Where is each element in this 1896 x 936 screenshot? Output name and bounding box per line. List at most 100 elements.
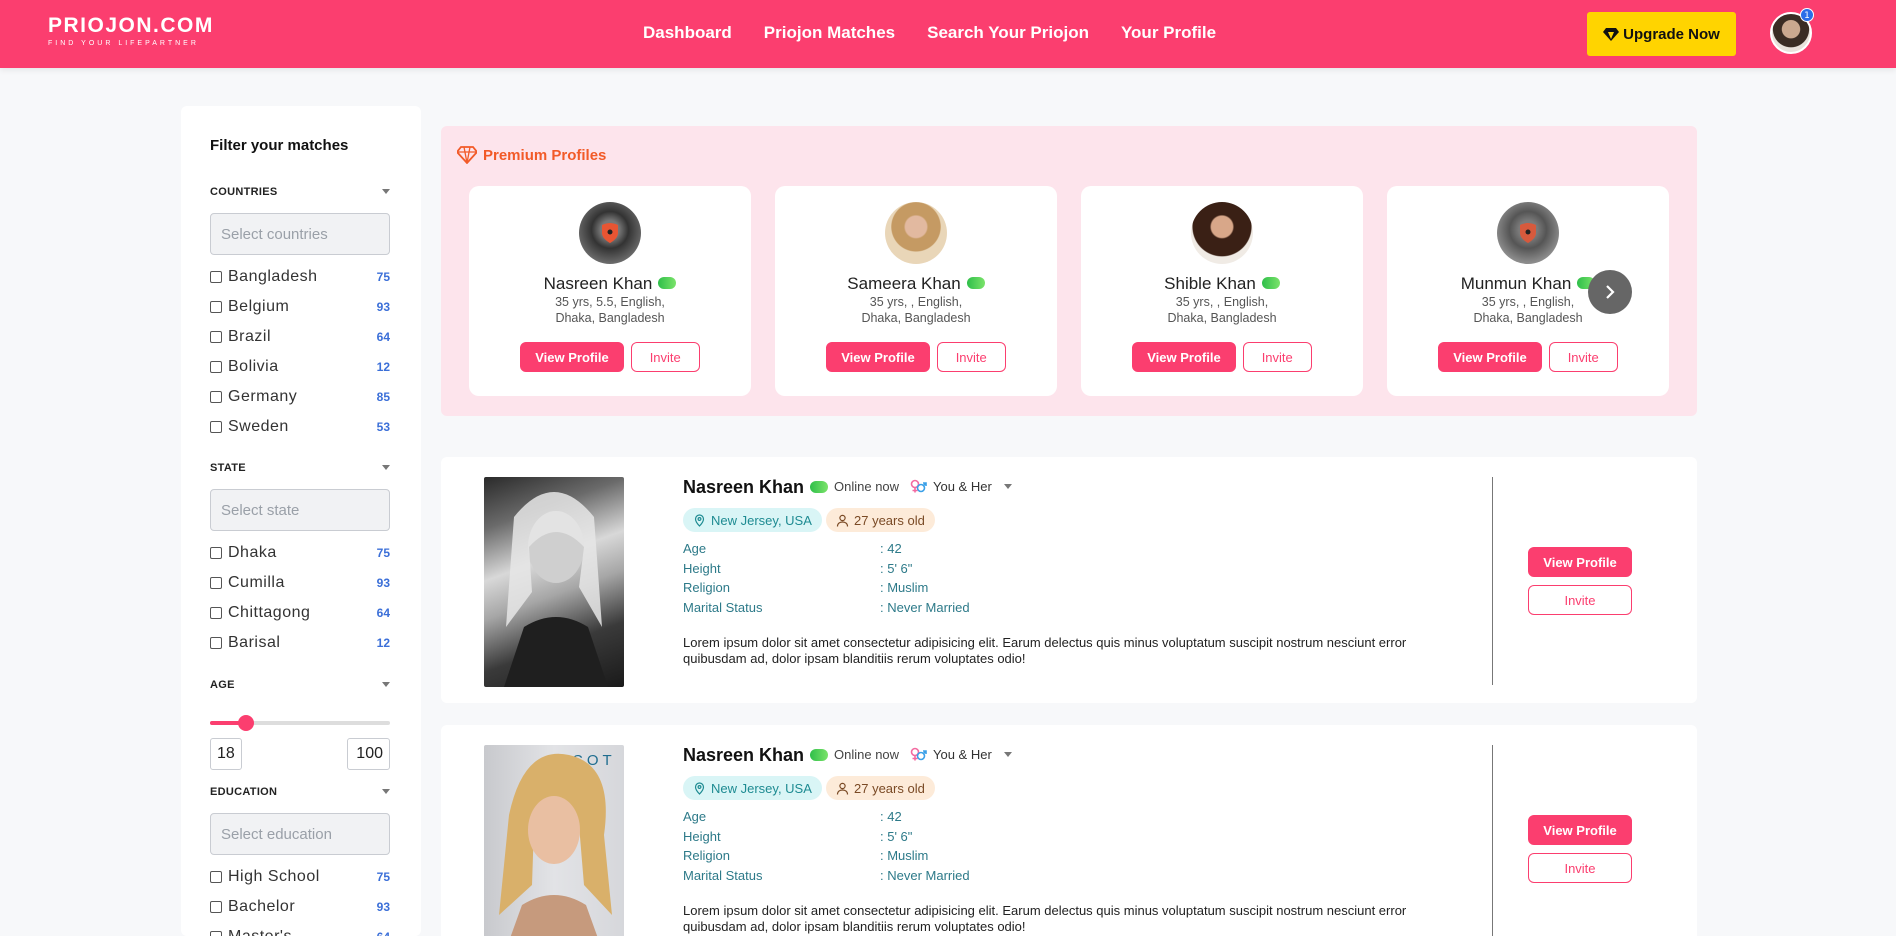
state-option-dhaka[interactable]: Dhaka 75 [210, 543, 390, 563]
relationship-dropdown[interactable]: You & Her [909, 745, 1012, 763]
age-min-input[interactable]: 18 [210, 738, 242, 770]
site-logo[interactable]: PRIOJON.COM FIND YOUR LIFEPARTNER [48, 15, 214, 48]
carousel-next-button[interactable] [1588, 270, 1632, 314]
countries-section-header[interactable]: COUNTRIES [210, 186, 390, 198]
checkbox[interactable] [210, 577, 222, 589]
relationship-label: You & Her [933, 746, 992, 762]
age-section-header[interactable]: AGE [210, 679, 390, 691]
detail-key: Marital Status [683, 600, 763, 615]
invite-button[interactable]: Invite [1548, 342, 1618, 372]
premium-profile-card: Sameera Khan 35 yrs, , English, Dhaka, B… [775, 186, 1057, 396]
option-count: 12 [376, 360, 390, 374]
profile-avatar[interactable] [885, 202, 947, 264]
view-profile-button[interactable]: View Profile [826, 342, 930, 372]
detail-value: : Muslim [880, 848, 929, 863]
option-label: Cumilla [228, 574, 285, 591]
profile-avatar[interactable] [1191, 202, 1253, 264]
age-chip-label: 27 years old [854, 780, 925, 796]
profile-name: Munmun Khan [1460, 274, 1572, 293]
country-option-bolivia[interactable]: Bolivia 12 [210, 357, 390, 377]
state-option-barisal[interactable]: Barisal 12 [210, 633, 390, 653]
profile-avatar[interactable] [579, 202, 641, 264]
state-option-chittagong[interactable]: Chittagong 64 [210, 603, 390, 623]
view-profile-button[interactable]: View Profile [1528, 815, 1632, 845]
detail-value: : 42 [880, 541, 902, 556]
profile-details: 35 yrs, , English, [869, 295, 963, 309]
age-slider-handle[interactable] [238, 715, 254, 731]
gender-symbols-icon [910, 479, 927, 493]
location-label: New Jersey, USA [711, 780, 812, 796]
nav-search-your-priojon[interactable]: Search Your Priojon [927, 23, 1089, 43]
checkbox[interactable] [210, 391, 222, 403]
checkbox[interactable] [210, 901, 222, 913]
education-section-header[interactable]: EDUCATION [210, 786, 390, 798]
location-label: New Jersey, USA [711, 512, 812, 528]
education-option-bachelor[interactable]: Bachelor 93 [210, 897, 390, 917]
online-status: Online now [810, 479, 899, 494]
nav-priojon-matches[interactable]: Priojon Matches [764, 23, 895, 43]
checkbox[interactable] [210, 931, 222, 936]
countries-select[interactable] [210, 213, 390, 255]
country-option-brazil[interactable]: Brazil 64 [210, 327, 390, 347]
view-profile-button[interactable]: View Profile [520, 342, 624, 372]
view-profile-button[interactable]: View Profile [1528, 547, 1632, 577]
checkbox[interactable] [210, 547, 222, 559]
relationship-label: You & Her [933, 478, 992, 494]
checkbox[interactable] [210, 421, 222, 433]
nav-your-profile[interactable]: Your Profile [1121, 23, 1216, 43]
option-count: 93 [376, 576, 390, 590]
option-label: Dhaka [228, 544, 277, 561]
state-option-cumilla[interactable]: Cumilla 93 [210, 573, 390, 593]
state-section-header[interactable]: STATE [210, 462, 390, 474]
nav-dashboard[interactable]: Dashboard [643, 23, 732, 43]
match-photo[interactable]: COT [484, 745, 624, 936]
profile-location: Dhaka, Bangladesh [861, 311, 971, 325]
profile-avatar[interactable] [1497, 202, 1559, 264]
invite-button[interactable]: Invite [1242, 342, 1312, 372]
view-profile-button[interactable]: View Profile [1132, 342, 1236, 372]
main-nav: Dashboard Priojon Matches Search Your Pr… [643, 23, 1216, 43]
country-option-bangladesh[interactable]: Bangladesh 75 [210, 267, 390, 287]
education-option-masters[interactable]: Master's 64 [210, 927, 390, 936]
country-option-germany[interactable]: Germany 85 [210, 387, 390, 407]
location-pin-icon [694, 781, 705, 795]
view-profile-button[interactable]: View Profile [1438, 342, 1542, 372]
education-option-high-school[interactable]: High School 75 [210, 867, 390, 887]
checkbox[interactable] [210, 637, 222, 649]
match-photo[interactable] [484, 477, 624, 687]
invite-button[interactable]: Invite [1528, 585, 1632, 615]
checkbox[interactable] [210, 607, 222, 619]
user-icon [836, 514, 849, 527]
match-portrait [504, 492, 608, 687]
profile-name: Shible Khan [1164, 274, 1256, 293]
checkbox[interactable] [210, 271, 222, 283]
user-icon [836, 782, 849, 795]
checkbox[interactable] [210, 361, 222, 373]
option-label: High School [228, 868, 320, 885]
invite-button[interactable]: Invite [630, 342, 700, 372]
filter-sidebar: Filter your matches COUNTRIES Bangladesh… [181, 106, 421, 936]
option-count: 85 [376, 390, 390, 404]
checkbox[interactable] [210, 301, 222, 313]
education-select[interactable] [210, 813, 390, 855]
state-select[interactable] [210, 489, 390, 531]
country-option-belgium[interactable]: Belgium 93 [210, 297, 390, 317]
age-max-input[interactable]: 100 [347, 738, 390, 770]
upgrade-now-button[interactable]: Upgrade Now [1587, 12, 1736, 56]
age-chip: 27 years old [826, 508, 935, 532]
match-name[interactable]: Nasreen Khan [683, 477, 804, 498]
chevron-down-icon [382, 682, 390, 687]
invite-button[interactable]: Invite [1528, 853, 1632, 883]
relationship-dropdown[interactable]: You & Her [909, 477, 1012, 495]
match-name[interactable]: Nasreen Khan [683, 745, 804, 766]
chevron-down-icon [382, 189, 390, 194]
checkbox[interactable] [210, 331, 222, 343]
detail-value: : Never Married [880, 600, 970, 615]
profile-actions: View Profile Invite [1387, 342, 1669, 372]
invite-button[interactable]: Invite [936, 342, 1006, 372]
country-option-sweden[interactable]: Sweden 53 [210, 417, 390, 437]
checkbox[interactable] [210, 871, 222, 883]
age-range-slider[interactable] [210, 715, 390, 731]
option-label: Germany [228, 388, 298, 405]
education-label: EDUCATION [210, 786, 278, 798]
